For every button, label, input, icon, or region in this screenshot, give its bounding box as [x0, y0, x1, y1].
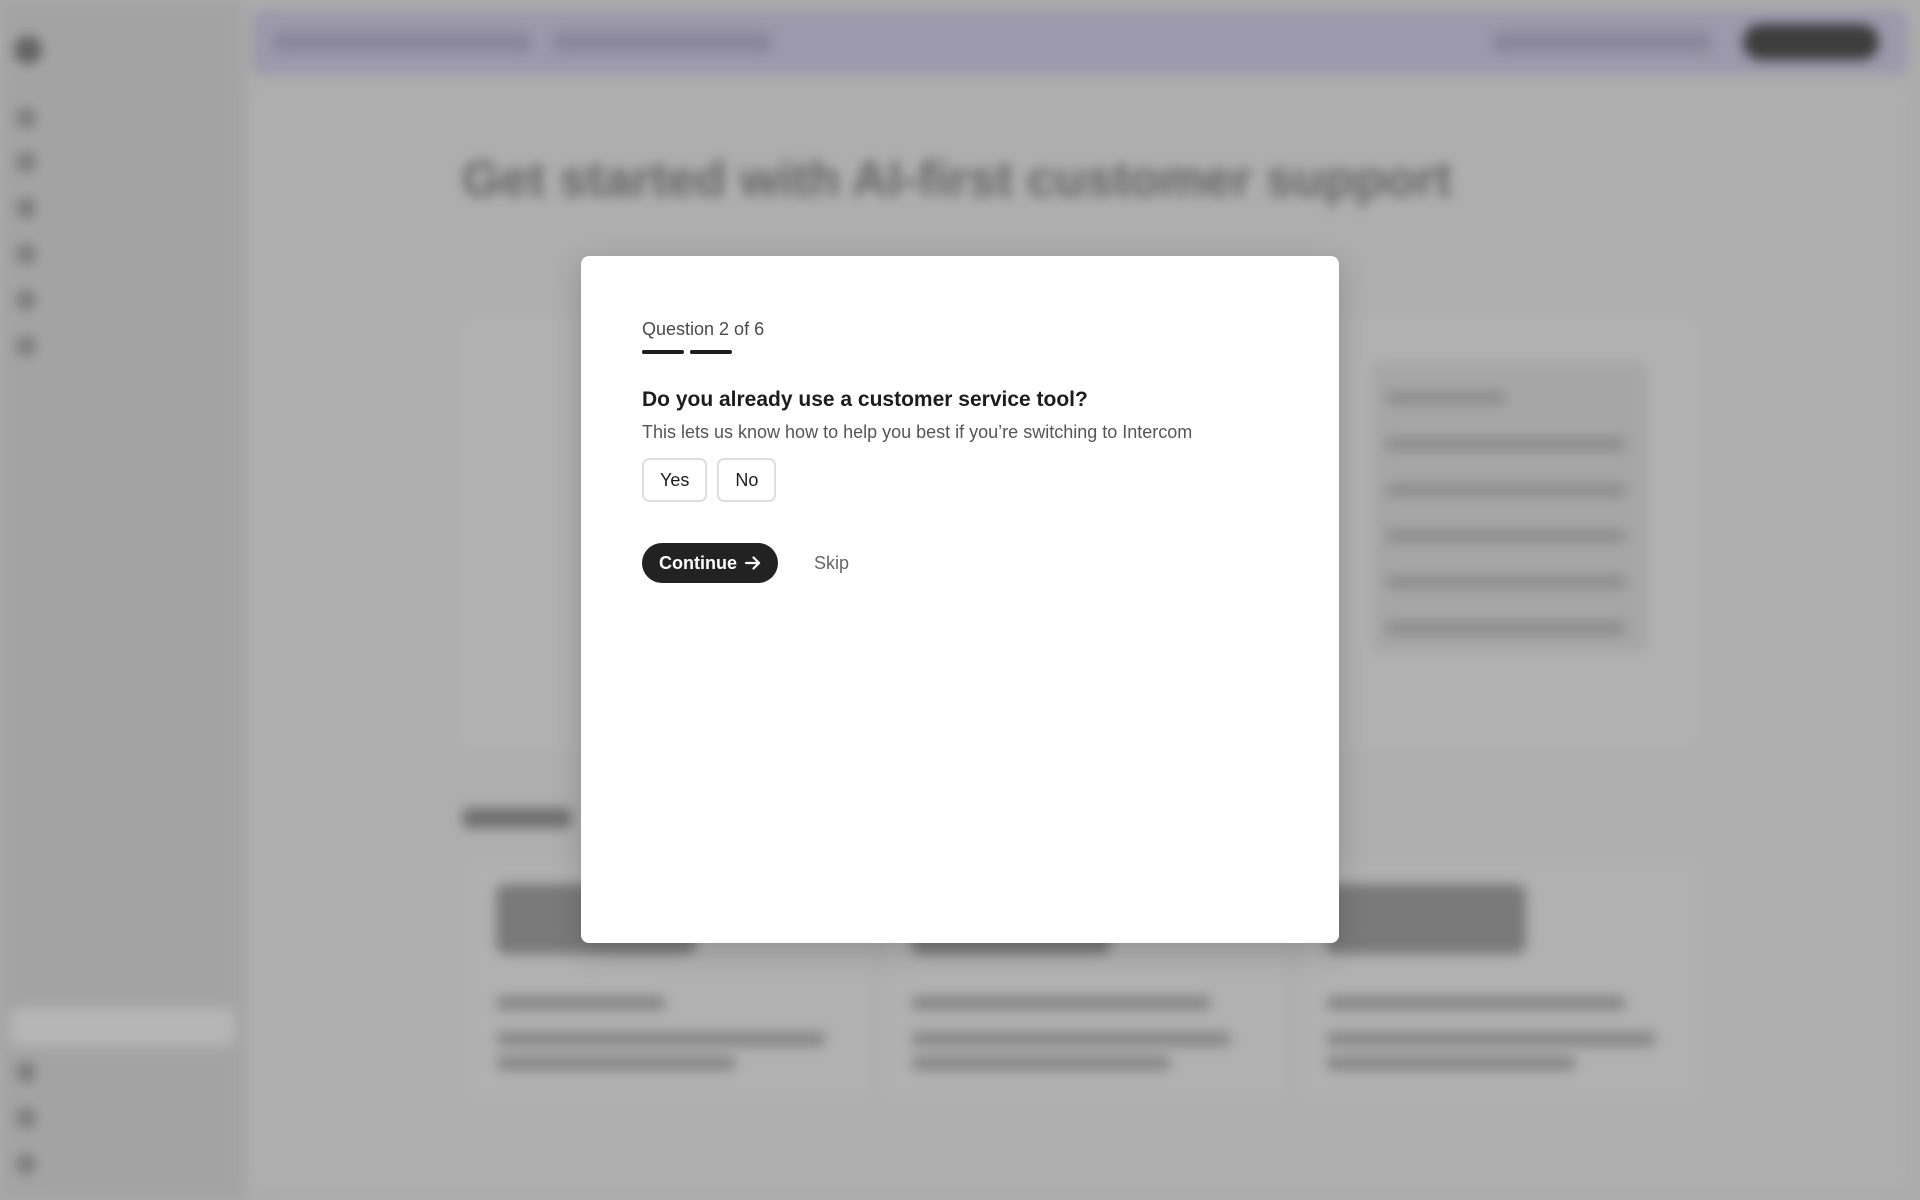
skip-link[interactable]: Skip [814, 553, 849, 574]
answer-no-button[interactable]: No [717, 458, 777, 502]
progress-label: Question 2 of 6 [642, 319, 765, 339]
modal-content: Question 2 of 6 Do you already use a cus… [642, 318, 1278, 583]
progress-segment [690, 350, 732, 354]
onboarding-modal: Question 2 of 6 Do you already use a cus… [581, 256, 1339, 943]
modal-actions: Continue Skip [642, 543, 1278, 583]
continue-label: Continue [659, 552, 737, 573]
question-subtitle: This lets us know how to help you best i… [642, 422, 1193, 442]
answer-yes-button[interactable]: Yes [642, 458, 708, 502]
progress-indicator [642, 350, 1278, 354]
arrow-right-icon [745, 556, 761, 570]
progress-segment [642, 350, 684, 354]
question-heading: Do you already use a customer service to… [642, 388, 1088, 411]
answer-options: Yes No [642, 458, 1278, 502]
continue-button[interactable]: Continue [642, 543, 778, 583]
